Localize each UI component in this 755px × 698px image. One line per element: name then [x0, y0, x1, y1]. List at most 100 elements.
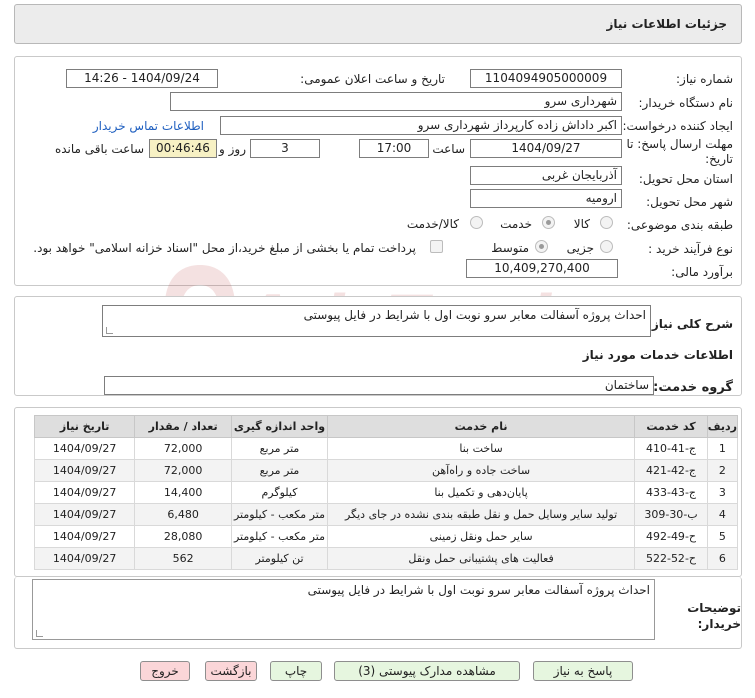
cell-name: سایر حمل ونقل زمینی: [326, 525, 636, 548]
province-label: استان محل تحویل:: [638, 172, 733, 186]
buyer-org-field: شهرداری سرو: [170, 92, 622, 111]
deadline-label: مهلت ارسال پاسخ: تا تاریخ:: [626, 137, 733, 166]
summary-label: شرح کلی نیاز:: [647, 317, 733, 331]
category-radio-goods-service[interactable]: [470, 216, 483, 229]
cell-quantity: 72,000: [134, 437, 233, 460]
treasury-checkbox[interactable]: [430, 240, 443, 253]
cell-date: 1404/09/27: [33, 437, 136, 460]
buyer-org-label: نام دستگاه خریدار:: [638, 96, 734, 110]
process-radio-minor[interactable]: [600, 240, 613, 253]
days-label: روز و: [219, 142, 246, 156]
cell-date: 1404/09/27: [33, 481, 136, 504]
back-button[interactable]: بازگشت: [205, 661, 257, 681]
remaining-time-field: 00:46:46: [149, 139, 217, 158]
remaining-label: ساعت باقی مانده: [54, 142, 144, 156]
need-number-label: شماره نیاز:: [676, 72, 733, 86]
cell-unit: تن کیلومتر: [231, 547, 328, 570]
summary-text: احداث پروژه آسفالت معابر سرو نوبت اول با…: [102, 305, 651, 337]
deadline-time-label: ساعت: [432, 142, 465, 156]
services-section-title: اطلاعات خدمات مورد نیاز: [582, 348, 733, 362]
services-table-header: ردیف کد خدمت نام خدمت واحد اندازه گیری ت…: [33, 415, 739, 438]
cell-code: ج-42-421: [634, 459, 708, 482]
print-button[interactable]: چاپ: [270, 661, 322, 681]
col-header-code: کد خدمت: [634, 415, 708, 438]
page-title: جزئیات اطلاعات نیاز: [606, 17, 727, 31]
table-row: 2 ج-42-421 ساخت جاده و راه‌آهن متر مربع …: [33, 459, 739, 482]
cell-name: تولید سایر وسایل حمل و نقل طبقه بندی نشد…: [326, 503, 636, 526]
cell-unit: متر مربع: [231, 437, 328, 460]
cell-unit: متر مکعب - کیلومتر: [231, 525, 328, 548]
category-option-goods-service: کالا/خدمت: [406, 217, 459, 231]
city-label: شهر محل تحویل:: [646, 195, 733, 209]
cell-quantity: 562: [134, 547, 233, 570]
need-number-field: 1104094905000009: [470, 69, 622, 88]
col-header-name: نام خدمت: [326, 415, 636, 438]
cell-row: 2: [706, 459, 739, 482]
category-label: طبقه بندی موضوعی:: [626, 218, 733, 232]
table-row: 6 ح-52-522 فعالیت های پشتیبانی حمل ونقل …: [33, 547, 739, 570]
deadline-date-field: 1404/09/27: [470, 139, 622, 158]
buyer-contact-link[interactable]: اطلاعات تماس خریدار: [93, 119, 204, 133]
table-row: 1 ج-41-410 ساخت بنا متر مربع 72,000 1404…: [33, 437, 739, 460]
cell-row: 6: [706, 547, 739, 570]
deadline-time-field: 17:00: [359, 139, 429, 158]
reply-button[interactable]: پاسخ به نیاز: [533, 661, 633, 681]
services-table: ردیف کد خدمت نام خدمت واحد اندازه گیری ت…: [33, 415, 739, 570]
cell-date: 1404/09/27: [33, 525, 136, 548]
cell-quantity: 14,400: [134, 481, 233, 504]
col-header-quantity: تعداد / مقدار: [134, 415, 233, 438]
service-group-label: گروه خدمت:: [653, 380, 733, 395]
cell-quantity: 6,480: [134, 503, 233, 526]
announce-field: 1404/09/24 - 14:26: [66, 69, 218, 88]
cell-name: ساخت جاده و راه‌آهن: [326, 459, 636, 482]
cell-code: ح-52-522: [634, 547, 708, 570]
province-field: آذربایجان غربی: [470, 166, 622, 185]
process-option-medium: متوسط: [491, 241, 529, 255]
buyer-notes-text: احداث پروژه آسفالت معابر سرو نوبت اول با…: [32, 579, 655, 640]
notes-resize-icon[interactable]: [36, 630, 43, 637]
cell-quantity: 72,000: [134, 459, 233, 482]
service-group-field: ساختمان: [104, 376, 654, 395]
cell-date: 1404/09/27: [33, 547, 136, 570]
cell-name: پایان‌دهی و تکمیل بنا: [326, 481, 636, 504]
payment-note: پرداخت تمام یا بخشی از مبلغ خرید،از محل …: [33, 241, 416, 255]
view-attachments-button[interactable]: مشاهده مدارک پیوستی (3): [334, 661, 520, 681]
cell-name: ساخت بنا: [326, 437, 636, 460]
creator-label: ایجاد کننده درخواست:: [622, 119, 733, 133]
cell-name: فعالیت های پشتیبانی حمل ونقل: [326, 547, 636, 570]
cell-code: ج-43-433: [634, 481, 708, 504]
process-radio-medium[interactable]: [535, 240, 548, 253]
exit-button[interactable]: خروج: [140, 661, 190, 681]
table-row: 3 ج-43-433 پایان‌دهی و تکمیل بنا کیلوگرم…: [33, 481, 739, 504]
category-radio-goods[interactable]: [600, 216, 613, 229]
col-header-unit: واحد اندازه گیری: [231, 415, 328, 438]
days-field: 3: [250, 139, 320, 158]
table-row: 4 ب-30-309 تولید سایر وسایل حمل و نقل طب…: [33, 503, 739, 526]
cell-code: ب-30-309: [634, 503, 708, 526]
cell-date: 1404/09/27: [33, 459, 136, 482]
col-header-date: تاریخ نیاز: [33, 415, 136, 438]
header-panel: جزئیات اطلاعات نیاز: [14, 4, 742, 44]
process-label: نوع فرآیند خرید :: [648, 242, 733, 256]
estimate-field: 10,409,270,400: [466, 259, 618, 278]
cell-row: 3: [706, 481, 739, 504]
cell-date: 1404/09/27: [33, 503, 136, 526]
cell-code: ج-41-410: [634, 437, 708, 460]
cell-unit: متر مربع: [231, 459, 328, 482]
cell-quantity: 28,080: [134, 525, 233, 548]
cell-row: 4: [706, 503, 739, 526]
city-field: ارومیه: [470, 189, 622, 208]
table-row: 5 ح-49-492 سایر حمل ونقل زمینی متر مکعب …: [33, 525, 739, 548]
cell-code: ح-49-492: [634, 525, 708, 548]
process-option-minor: جزیی: [566, 241, 594, 255]
buyer-notes-label: توضیحات خریدار:: [687, 601, 741, 631]
category-radio-service[interactable]: [542, 216, 555, 229]
cell-unit: کیلوگرم: [231, 481, 328, 504]
category-option-service: خدمت: [500, 217, 532, 231]
summary-resize-icon[interactable]: [106, 327, 113, 334]
creator-field: اکبر داداش زاده کارپرداز شهرداری سرو: [220, 116, 622, 135]
category-option-goods: کالا: [573, 217, 590, 231]
estimate-label: برآورد مالی:: [671, 265, 733, 279]
announce-label: تاریخ و ساعت اعلان عمومی:: [300, 72, 445, 86]
col-header-row: ردیف: [706, 415, 739, 438]
